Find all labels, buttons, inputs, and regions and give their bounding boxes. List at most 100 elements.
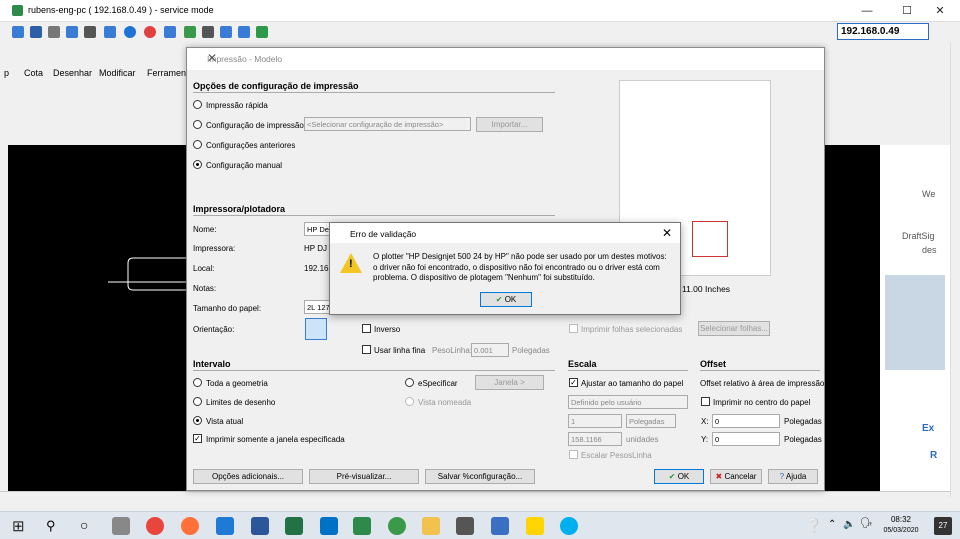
menu-item[interactable]: Desenhar xyxy=(53,68,92,78)
only-window-checkbox[interactable]: ✓ xyxy=(193,434,202,443)
notification-badge[interactable]: 27 xyxy=(934,517,952,535)
config-select[interactable]: <Selecionar configuração de impressão> xyxy=(304,117,471,131)
excel-icon[interactable] xyxy=(285,517,303,535)
radio-specify[interactable] xyxy=(405,378,414,387)
radio-print-config[interactable] xyxy=(193,120,202,129)
firefox-icon[interactable] xyxy=(181,517,199,535)
word-icon[interactable] xyxy=(251,517,269,535)
menu-item[interactable]: Cota xyxy=(24,68,43,78)
link-text[interactable]: Ex xyxy=(922,423,934,434)
app-icon[interactable] xyxy=(491,517,509,535)
menu-item[interactable]: Modificar xyxy=(99,68,136,78)
vertical-scrollbar[interactable] xyxy=(950,42,960,497)
error-ok-button[interactable]: ✔ OK xyxy=(480,292,532,307)
offset-x-input[interactable]: 0 xyxy=(712,414,780,428)
chat-icon[interactable] xyxy=(256,26,268,38)
stop-icon[interactable] xyxy=(144,26,156,38)
offset-y-input[interactable]: 0 xyxy=(712,432,780,446)
portrait-orientation-button[interactable] xyxy=(305,318,327,340)
clock-date[interactable]: 05/03/2020 xyxy=(880,527,922,534)
folder-icon[interactable] xyxy=(422,517,440,535)
scale-weight-checkbox[interactable] xyxy=(569,450,578,459)
radio-quick-print[interactable] xyxy=(193,100,202,109)
close-button[interactable]: ✕ xyxy=(925,3,955,19)
save-config-button[interactable]: Salvar %configuração... xyxy=(425,469,535,484)
chevron-up-icon[interactable]: ⌃ xyxy=(828,519,836,530)
toolbar-icon[interactable] xyxy=(30,26,42,38)
horizontal-scrollbar[interactable] xyxy=(0,491,950,505)
scale-a-input[interactable]: 1 xyxy=(568,414,622,428)
radio-draw-limits[interactable] xyxy=(193,397,202,406)
field-label: Notas: xyxy=(193,284,217,293)
task-view-icon[interactable] xyxy=(112,517,130,535)
toolbar-icon[interactable] xyxy=(104,26,116,38)
gear-icon[interactable] xyxy=(48,26,60,38)
cortana-icon[interactable]: ○ xyxy=(80,517,88,533)
drawing-canvas[interactable] xyxy=(8,145,188,493)
windows-start-icon[interactable]: ⊞ xyxy=(12,517,25,535)
radio-current-view[interactable] xyxy=(193,416,202,425)
preview-button[interactable]: Pré-visualizar... xyxy=(309,469,419,484)
unit-label: Polegadas xyxy=(784,435,822,444)
remote-app-icon[interactable] xyxy=(353,517,371,535)
toolbar-icon[interactable] xyxy=(12,26,24,38)
center-paper-checkbox[interactable] xyxy=(701,397,710,406)
more-options-button[interactable]: Opções adicionais... xyxy=(193,469,303,484)
print-selected-checkbox[interactable] xyxy=(569,324,578,333)
radio-named-view[interactable] xyxy=(405,397,414,406)
thin-line-checkbox[interactable] xyxy=(362,345,371,354)
checkbox-label: Imprimir somente a janela especificada xyxy=(206,435,345,444)
menu-item[interactable]: p xyxy=(4,68,9,78)
error-titlebar: Erro de validação ✕ xyxy=(330,223,680,243)
window-button[interactable]: Janela > xyxy=(475,375,544,390)
toolbar-icon[interactable] xyxy=(164,26,176,38)
edge-icon[interactable] xyxy=(216,517,234,535)
info-icon[interactable] xyxy=(124,26,136,38)
select-sheets-button[interactable]: Selecionar folhas... xyxy=(698,321,770,336)
scale-b-input[interactable]: 158.1166 xyxy=(568,432,622,446)
toolbar-icon[interactable] xyxy=(220,26,232,38)
radio-all-geometry[interactable] xyxy=(193,378,202,387)
cancel-button[interactable]: ✖ Cancelar xyxy=(710,469,762,484)
radio-label: Vista atual xyxy=(206,417,244,426)
link-text[interactable]: R xyxy=(930,450,937,461)
close-icon[interactable]: ✕ xyxy=(207,51,818,65)
help-icon[interactable]: ❔ xyxy=(806,518,822,534)
ok-button[interactable]: ✔ OK xyxy=(654,469,704,484)
toolbar-icon[interactable] xyxy=(238,26,250,38)
ok-label: OK xyxy=(677,472,690,481)
calculator-icon[interactable] xyxy=(456,517,474,535)
inverse-checkbox[interactable] xyxy=(362,324,371,333)
landscape-orientation-button[interactable] xyxy=(332,320,350,338)
minimize-button[interactable]: — xyxy=(852,3,882,19)
import-button[interactable]: Importar... xyxy=(476,117,543,132)
weight-input[interactable]: 0.001 xyxy=(471,343,509,357)
language-icon[interactable]: 🗣 xyxy=(860,518,873,529)
chrome-icon[interactable] xyxy=(146,517,164,535)
volume-icon[interactable]: 🔈 xyxy=(843,519,855,530)
scale-select[interactable]: Definido pelo usuário xyxy=(568,395,688,409)
app-icon[interactable] xyxy=(388,517,406,535)
ip-field[interactable]: 192.168.0.49 xyxy=(837,23,929,40)
toolbar-icon[interactable] xyxy=(84,26,96,38)
maximize-button[interactable]: ☐ xyxy=(892,3,922,19)
radio-previous-config[interactable] xyxy=(193,140,202,149)
toolbar-icon[interactable] xyxy=(202,26,214,38)
unit-label: unidades xyxy=(626,435,659,444)
refresh-icon[interactable] xyxy=(66,26,78,38)
menu-item[interactable]: Ferrament xyxy=(147,68,189,78)
search-icon[interactable]: ⚲ xyxy=(46,518,56,534)
drawing-canvas-right[interactable] xyxy=(824,145,880,493)
fit-paper-checkbox[interactable]: ✓ xyxy=(569,378,578,387)
help-button[interactable]: ? Ajuda xyxy=(768,469,818,484)
checkbox-label: Usar linha fina xyxy=(374,346,426,355)
skype-icon[interactable] xyxy=(560,517,578,535)
taskbar: ⊞ ⚲ ○ ❔ ⌃ 🔈 🗣 08:32 05/03/2020 27 xyxy=(0,511,960,539)
close-icon[interactable]: ✕ xyxy=(662,226,672,240)
scale-unit-select[interactable]: Polegadas xyxy=(626,414,676,428)
toolbar-icon[interactable] xyxy=(184,26,196,38)
sticky-notes-icon[interactable] xyxy=(526,517,544,535)
radio-manual-config[interactable] xyxy=(193,160,202,169)
outlook-icon[interactable] xyxy=(320,517,338,535)
clock-time[interactable]: 08:32 xyxy=(882,515,920,524)
